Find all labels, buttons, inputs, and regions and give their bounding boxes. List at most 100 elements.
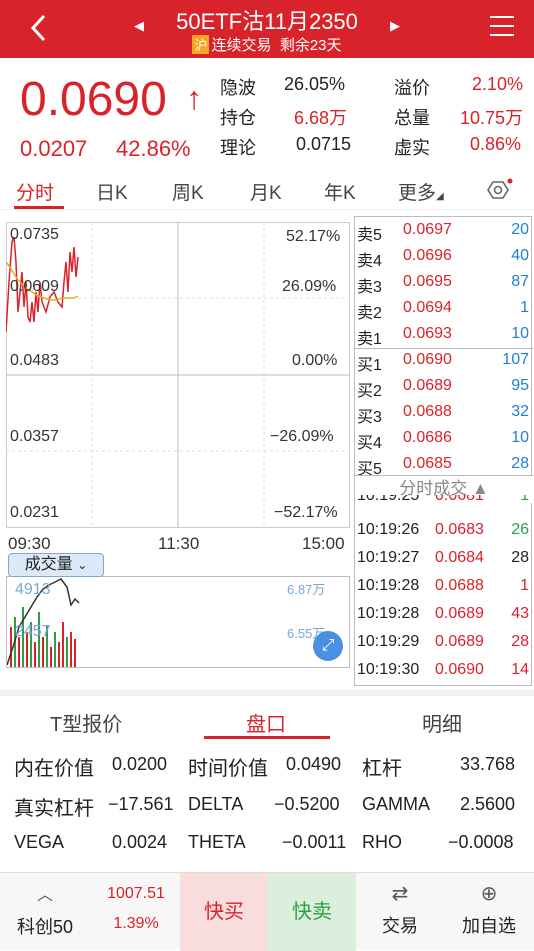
last-price: 0.0690 [20, 73, 167, 126]
theta-label: THETA [188, 832, 246, 852]
price-change-pct: 42.86% [116, 136, 191, 161]
tab-monthly-k[interactable]: 月K [250, 178, 282, 205]
rho-value: −0.0008 [448, 832, 514, 852]
time-end: 15:00 [302, 534, 345, 553]
ask-row: 卖4 0.0696 40 [357, 247, 529, 270]
add-watch-button[interactable]: ⊕ 加自选 [446, 873, 532, 951]
transfer-icon: ⇄ [391, 883, 409, 905]
quick-sell-button[interactable]: 快卖 [268, 873, 356, 951]
index-pct: 1.39% [113, 915, 159, 932]
trade-row: 10:19:28 0.0688 1 [357, 577, 529, 594]
price-level-top: 0.0735 [10, 226, 59, 243]
tab-details[interactable]: 明细 [422, 708, 462, 737]
ask-row: 卖2 0.0694 1 [357, 299, 529, 322]
trade-button[interactable]: ⇄ 交易 [360, 873, 440, 951]
delta-label: DELTA [188, 794, 244, 814]
ask-row: 卖5 0.0697 20 [357, 221, 529, 244]
add-watch-label: 加自选 [462, 916, 516, 936]
ask-row: 卖3 0.0695 87 [357, 273, 529, 296]
bid-row: 买4 0.0686 10 [357, 429, 529, 452]
trade-status: 连续交易 [211, 37, 272, 54]
volume-selector[interactable]: 成交量 ⌄ [8, 553, 104, 577]
real-leverage-label: 真实杠杆 [14, 798, 94, 820]
price-level-4: 0.0357 [10, 428, 59, 445]
oi-value: 6.68万 [294, 108, 348, 128]
volume-selector-label: 成交量 [24, 556, 73, 573]
price-level-2: 0.0609 [10, 278, 59, 295]
trade-row: 10:19:25 0.0681 1 [357, 495, 529, 504]
tab-order-book[interactable]: 盘口 [246, 708, 286, 737]
bid-row: 买2 0.0689 95 [357, 377, 529, 400]
order-book: 卖5 0.0697 20 卖4 0.0696 40 卖3 0.0695 87 卖2 0.069… [354, 216, 533, 686]
days-left: 剩余23天 [279, 37, 342, 54]
real-leverage-value: −17.561 [108, 794, 174, 814]
quote-panel: 0.0690 ↑ 0.0207 42.86% 隐波 26.05% 溢价 2.10… [0, 58, 534, 170]
bottom-toolbar: ︿ 科创50 1007.51 1.39% 快买 快卖 ⇄ 交易 ⊕ 加自选 [0, 872, 534, 951]
trade-row: 10:19:27 0.0684 28 [357, 549, 529, 566]
intrinsic-value: 0.0200 [112, 754, 168, 774]
trade-row: 10:19:26 0.0683 26 [357, 521, 529, 538]
price-level-mid: 0.0483 [10, 352, 59, 369]
tab-more-label: 更多 [398, 183, 437, 204]
index-name: 科创50 [16, 917, 74, 937]
time-value-label: 时间价值 [188, 758, 268, 780]
tab-daily-k[interactable]: 日K [96, 178, 128, 205]
detail-tab-underline [204, 736, 330, 739]
trade-row: 10:19:28 0.0689 43 [357, 605, 529, 622]
time-start: 09:30 [8, 534, 51, 553]
theory-value: 0.0715 [296, 134, 352, 154]
bid-row: 买3 0.0688 32 [357, 403, 529, 426]
vol-level-top: 4913 [15, 581, 51, 598]
menu-icon[interactable] [490, 16, 514, 38]
exchange-tag: 沪 [192, 35, 210, 54]
index-button[interactable]: ︿ 科创50 [0, 873, 90, 951]
quick-buy-button[interactable]: 快买 [180, 873, 268, 951]
pct-level-bottom: −52.17% [274, 504, 338, 521]
tab-weekly-k[interactable]: 周K [172, 178, 204, 205]
intraday-chart[interactable]: 0.0735 0.0609 0.0483 0.0357 0.0231 52.17… [6, 222, 350, 528]
trade-label: 交易 [382, 916, 418, 936]
ask-row: 卖1 0.0693 10 [357, 325, 529, 348]
detail-tabs: T型报价 盘口 明细 [0, 690, 534, 739]
vega-label: VEGA [14, 832, 65, 852]
intrinsic-label: 内在价值 [14, 758, 94, 780]
price-change: 0.0207 [20, 136, 88, 161]
pct-level-top: 52.17% [286, 228, 341, 245]
theory-label: 理论 [220, 138, 256, 158]
tab-underline [14, 206, 64, 209]
tab-intraday[interactable]: 分时 [16, 178, 54, 205]
time-value-value: 0.0490 [286, 754, 342, 774]
delta-value: −0.5200 [274, 794, 340, 814]
index-value: 1007.51 [107, 885, 165, 902]
iv-value: 26.05% [284, 74, 346, 94]
header-subtitle: 沪连续交易 剩余23天 [0, 34, 534, 55]
next-contract-icon[interactable]: ▶ [390, 18, 400, 34]
iv-label: 隐波 [220, 78, 256, 98]
settings-icon[interactable] [482, 178, 514, 202]
trade-row: 10:19:29 0.0689 28 [357, 633, 529, 650]
leverage-label: 杠杆 [362, 758, 402, 780]
moneyness-value: 0.86% [470, 134, 522, 154]
time-mid: 11:30 [158, 534, 200, 553]
vega-value: 0.0024 [112, 832, 168, 852]
premium-value: 2.10% [472, 74, 524, 94]
bid-row: 买1 0.0690 107 [357, 351, 529, 374]
top-header: ◀ 50ETF沽11月2350 ▶ 沪连续交易 剩余23天 [0, 0, 534, 58]
volume-chart[interactable]: 4913 2457 6.87万 6.55万 ⤢ [6, 576, 350, 668]
gamma-value: 2.5600 [460, 794, 516, 814]
volume-value: 10.75万 [460, 108, 524, 128]
tab-t-quote[interactable]: T型报价 [50, 708, 122, 737]
pct-level-mid: 0.00% [292, 352, 338, 369]
chart-grid [6, 222, 350, 528]
price-level-bottom: 0.0231 [10, 504, 59, 521]
tab-more[interactable]: 更多◢ [398, 178, 444, 205]
pct-level-4: −26.09% [270, 428, 334, 445]
index-quote: 1007.51 1.39% [96, 873, 176, 951]
tab-yearly-k[interactable]: 年K [324, 178, 356, 205]
pct-level-2: 26.09% [282, 278, 337, 295]
vol-right-top: 6.87万 [287, 582, 326, 597]
vol-level-mid: 2457 [15, 623, 51, 640]
plus-circle-icon: ⊕ [480, 883, 498, 905]
chevron-up-icon: ︿ [36, 887, 53, 904]
expand-icon[interactable]: ⤢ [313, 631, 343, 661]
